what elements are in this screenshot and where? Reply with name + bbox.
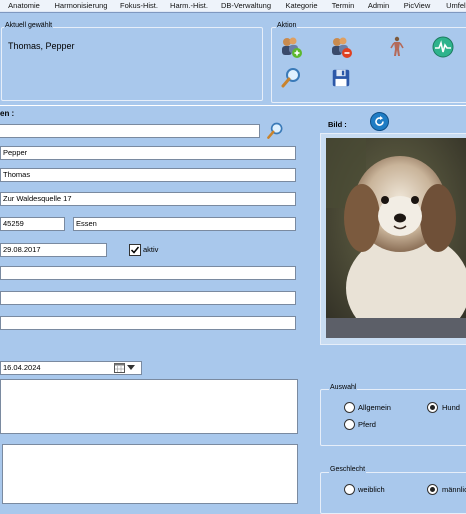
field-c[interactable]	[0, 316, 296, 330]
add-user-button[interactable]	[279, 35, 303, 59]
radio-selected-dot	[430, 487, 435, 492]
radio-hund-label: Hund	[442, 403, 460, 412]
radio-hund[interactable]	[427, 402, 438, 413]
field-b[interactable]	[0, 291, 296, 305]
radio-allgemein-label: Allgemein	[358, 403, 391, 412]
remove-user-icon	[332, 37, 352, 58]
radio-maennlich-label: männlich	[442, 485, 466, 494]
radio-pferd[interactable]	[344, 419, 355, 430]
auswahl-group	[320, 389, 466, 446]
checkmark-icon	[130, 246, 140, 254]
save-button[interactable]	[329, 66, 353, 90]
pulse-monitor-icon	[432, 36, 454, 58]
action-title: Aktion	[276, 22, 298, 29]
tab-kategorie[interactable]: Kategorie	[278, 0, 326, 11]
zip-field[interactable]: 45259	[0, 217, 65, 231]
current-selection-value: Thomas, Pepper	[8, 41, 75, 51]
radio-weiblich-label: weiblich	[358, 485, 385, 494]
search-button[interactable]	[279, 66, 303, 90]
geschlecht-title: Geschlecht	[329, 466, 367, 473]
auswahl-title: Auswahl	[329, 384, 358, 391]
active-checkbox[interactable]	[129, 244, 141, 256]
radio-weiblich[interactable]	[344, 484, 355, 495]
date-picker-value: 16.04.2024	[3, 363, 41, 372]
anatomy-button[interactable]	[385, 35, 409, 59]
current-selection-group	[1, 27, 263, 101]
active-label: aktiv	[143, 245, 159, 254]
radio-selected-dot	[430, 405, 435, 410]
city-field[interactable]: Essen	[73, 217, 296, 231]
notes-area-1[interactable]	[0, 379, 298, 434]
dog-photo	[326, 138, 466, 338]
tab-harm-hist[interactable]: Harm.-Hist.	[164, 0, 215, 11]
tab-anatomie[interactable]: Anatomie	[0, 0, 49, 11]
tab-bar: Anatomie Harmonisierung Fokus-Hist. Harm…	[0, 0, 466, 13]
tab-picview[interactable]: PicView	[396, 0, 439, 11]
radio-pferd-label: Pferd	[358, 420, 376, 429]
remove-user-button[interactable]	[329, 35, 353, 59]
radio-maennlich[interactable]	[427, 484, 438, 495]
calendar-icon[interactable]	[114, 363, 125, 373]
tab-umfeld[interactable]: Umfeld	[438, 0, 466, 11]
refresh-icon	[375, 116, 384, 126]
tab-harmonisierung[interactable]: Harmonisierung	[48, 0, 115, 11]
section-divider	[0, 105, 466, 106]
search-icon	[267, 122, 283, 139]
owner-field[interactable]: Thomas	[0, 168, 296, 182]
field-a[interactable]	[0, 266, 296, 280]
image-label: Bild :	[328, 120, 347, 129]
save-disk-icon	[332, 69, 350, 87]
date-field[interactable]: 29.08.2017	[0, 243, 107, 257]
anatomy-figure-icon	[390, 36, 404, 56]
refresh-button[interactable]	[370, 112, 389, 131]
tab-fokus-hist[interactable]: Fokus-Hist.	[114, 0, 165, 11]
form-search-button[interactable]	[264, 120, 286, 142]
radio-allgemein[interactable]	[344, 402, 355, 413]
tab-termin[interactable]: Termin	[325, 0, 362, 11]
name-field[interactable]: Pepper	[0, 146, 296, 160]
tab-admin[interactable]: Admin	[361, 0, 397, 11]
notes-area-2[interactable]	[2, 444, 298, 504]
form-section-label: en :	[0, 109, 15, 118]
add-user-icon	[282, 37, 302, 58]
pulse-button[interactable]	[431, 35, 455, 59]
current-selection-title: Aktuell gewählt	[4, 22, 54, 29]
tab-db-verwaltung[interactable]: DB-Verwaltung	[214, 0, 279, 11]
street-field[interactable]: Zur Waldesquelle 17	[0, 192, 296, 206]
chevron-down-icon[interactable]	[127, 365, 135, 370]
search-icon	[281, 68, 300, 88]
search-input[interactable]	[0, 124, 260, 138]
